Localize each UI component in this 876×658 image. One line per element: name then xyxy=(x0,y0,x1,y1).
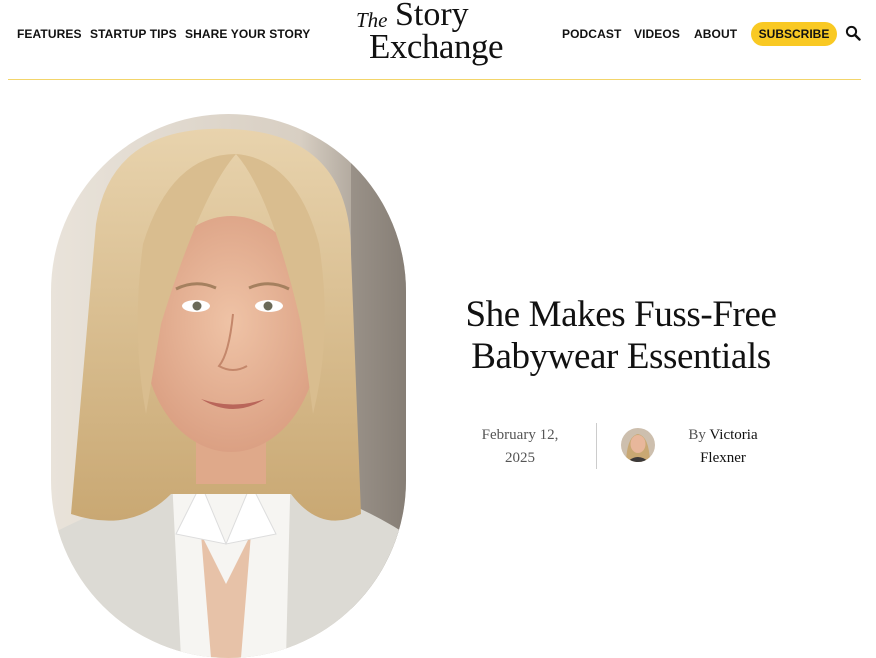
search-icon[interactable] xyxy=(845,25,861,41)
article-title: She Makes Fuss-Free Babywear Essentials xyxy=(436,294,806,378)
author-first-name[interactable]: Victoria xyxy=(709,427,757,443)
nav-podcast[interactable]: PODCAST xyxy=(562,27,621,41)
article-author: By Victoria Flexner xyxy=(672,424,774,470)
nav-share-your-story[interactable]: SHARE YOUR STORY xyxy=(185,27,310,41)
nav-features[interactable]: FEATURES xyxy=(17,27,82,41)
article-title-line2: Babywear Essentials xyxy=(471,336,771,377)
nav-about[interactable]: ABOUT xyxy=(694,27,737,41)
article-title-line1: She Makes Fuss-Free xyxy=(465,294,777,335)
header-divider xyxy=(8,79,861,80)
author-last-name[interactable]: Flexner xyxy=(672,447,774,470)
subscribe-button[interactable]: SUBSCRIBE xyxy=(751,22,837,46)
site-logo[interactable]: The Story Exchange xyxy=(352,0,522,74)
nav-startup-tips[interactable]: STARTUP TIPS xyxy=(90,27,177,41)
hero-image xyxy=(51,114,406,658)
article-date: February 12, 2025 xyxy=(466,424,574,470)
logo-exchange: Exchange xyxy=(369,27,503,66)
author-by-label: By xyxy=(688,427,706,443)
author-avatar[interactable] xyxy=(621,428,655,462)
nav-videos[interactable]: VIDEOS xyxy=(634,27,680,41)
article-date-line2: 2025 xyxy=(505,450,535,466)
article-date-line1: February 12, xyxy=(481,427,559,443)
meta-separator xyxy=(596,423,597,469)
